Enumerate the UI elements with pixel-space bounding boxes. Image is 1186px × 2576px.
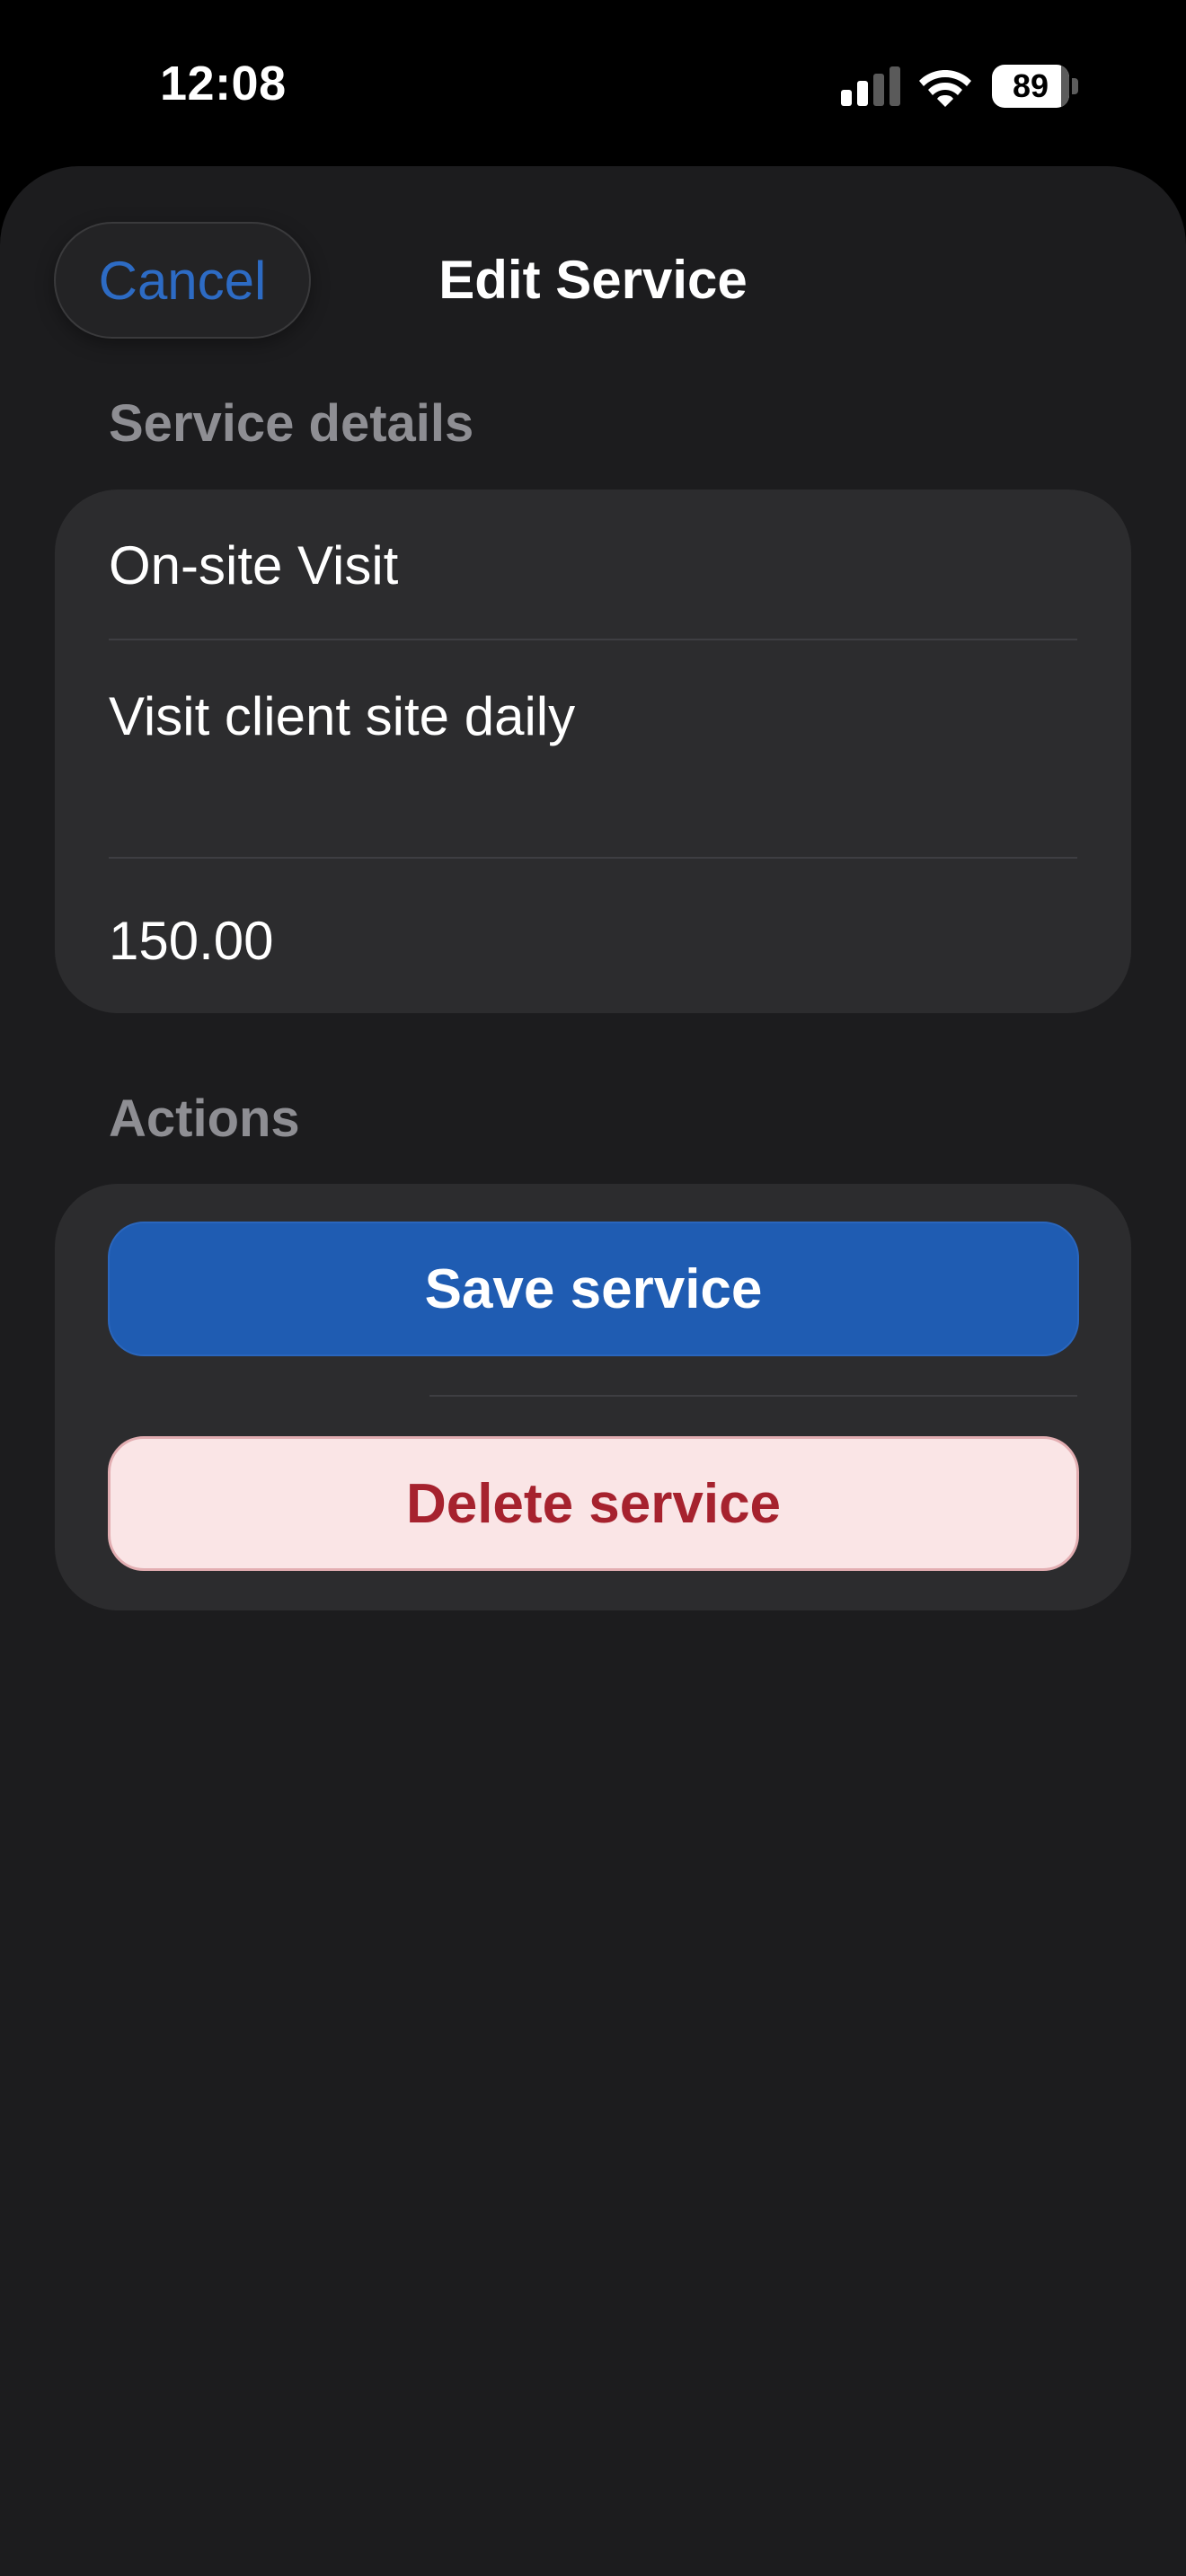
service-details-card: On-site Visit Visit client site daily 15… — [55, 490, 1131, 1013]
divider — [429, 1395, 1077, 1397]
delete-service-button[interactable]: Delete service — [108, 1436, 1079, 1571]
section-header-service-details: Service details — [109, 394, 474, 453]
status-time: 12:08 — [160, 57, 287, 110]
page-title: Edit Service — [438, 250, 748, 310]
divider — [109, 639, 1077, 640]
save-service-button[interactable]: Save service — [108, 1222, 1079, 1356]
divider — [109, 857, 1077, 859]
wifi-icon — [919, 70, 971, 107]
cellular-signal-icon — [841, 66, 900, 106]
section-header-actions: Actions — [109, 1090, 300, 1148]
battery-body: 89 — [992, 65, 1069, 108]
screen: 12:08 89 Cancel Edit Service Service det… — [0, 0, 1186, 2576]
actions-card: Save service Delete service — [55, 1184, 1131, 1610]
battery-icon: 89 — [992, 65, 1078, 108]
service-price-field[interactable]: 150.00 — [109, 910, 1079, 972]
status-bar: 12:08 89 — [0, 0, 1186, 166]
service-description-field[interactable]: Visit client site daily — [109, 685, 1079, 747]
edit-service-sheet: Cancel Edit Service Service details On-s… — [0, 166, 1186, 2576]
battery-cap — [1072, 78, 1078, 94]
battery-level: 89 — [1012, 67, 1049, 104]
service-name-field[interactable]: On-site Visit — [109, 534, 1079, 596]
